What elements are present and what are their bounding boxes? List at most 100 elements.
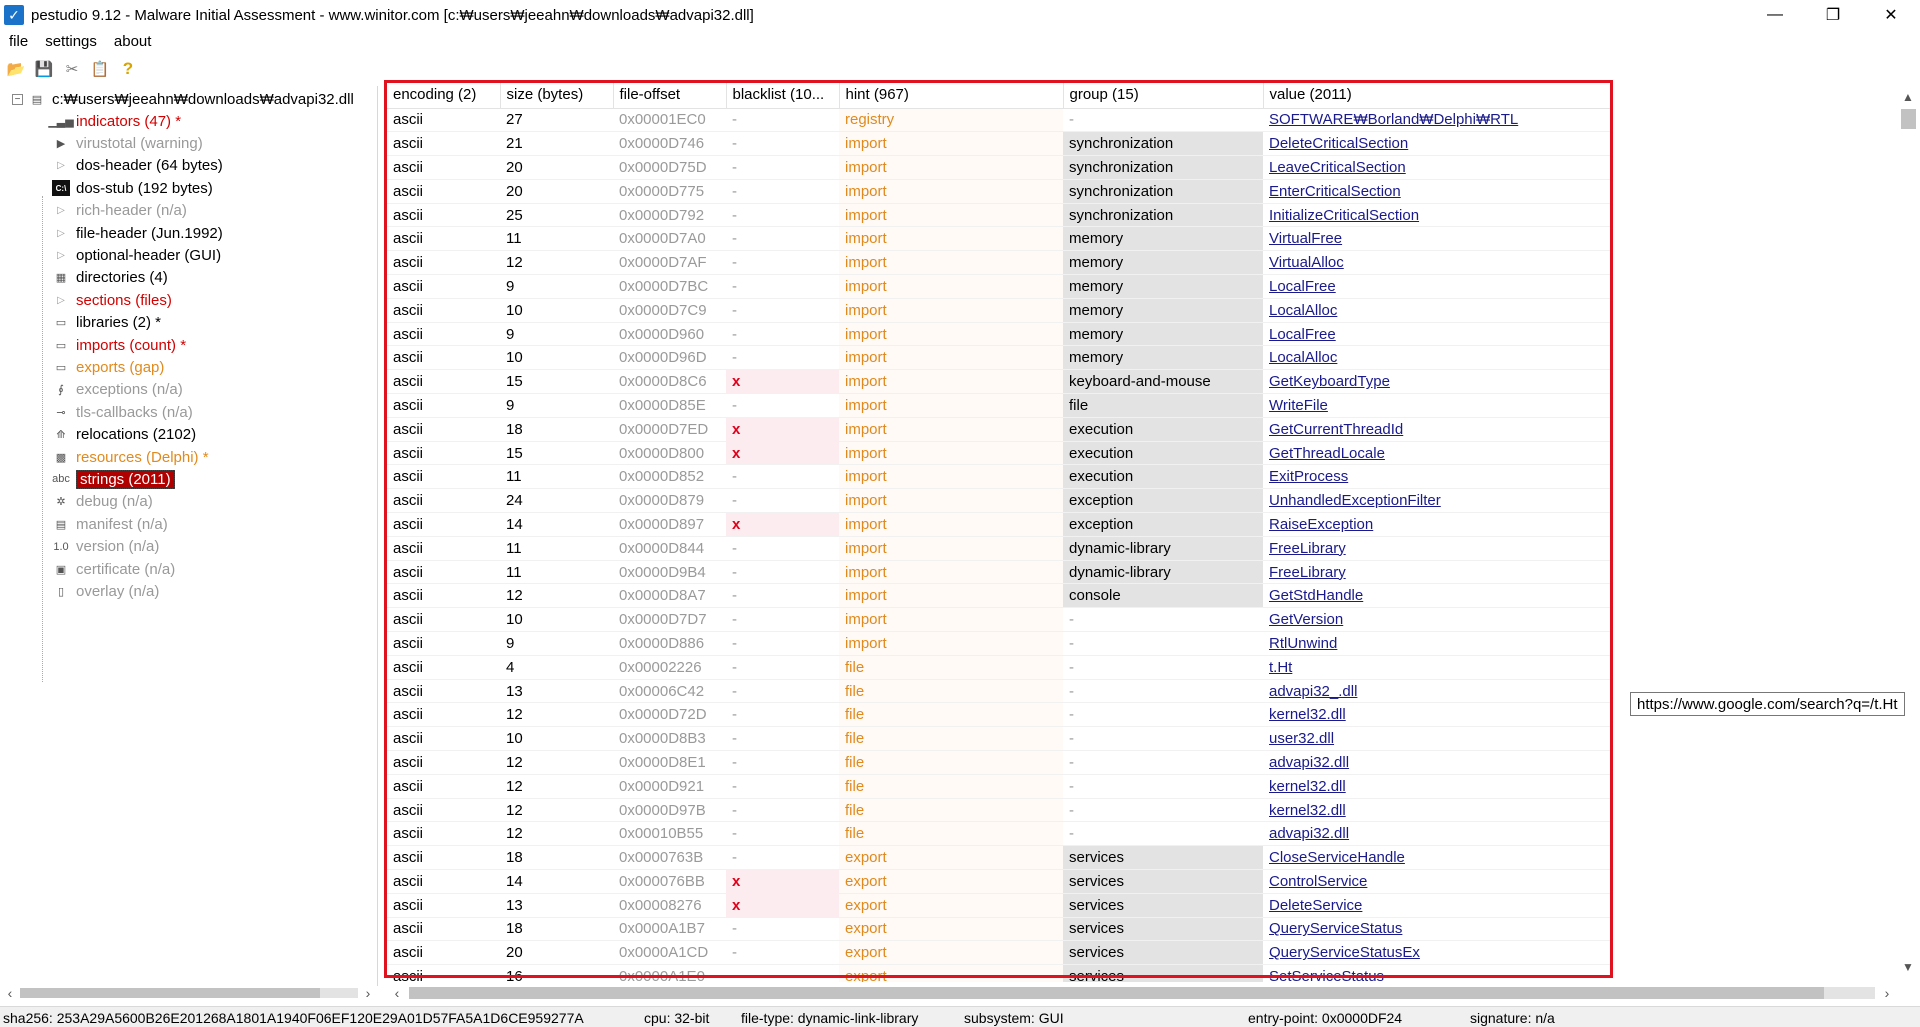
collapse-icon[interactable]: − <box>12 93 23 105</box>
tree-item-manifest[interactable]: ▤ manifest (n/a) <box>52 513 168 535</box>
table-row[interactable]: ascii 25 0x0000D792- import synchronization I… <box>387 203 1612 228</box>
table-row[interactable]: ascii 20 0x0000D775- import synchronization E… <box>387 179 1612 204</box>
cell-value[interactable]: FreeLibrary <box>1263 560 1612 585</box>
table-horizontal-scrollbar[interactable]: ‹ › <box>387 983 1897 1003</box>
table-row[interactable]: ascii 4 0x00002226- file - t.Ht <box>387 655 1612 680</box>
table-row[interactable]: ascii 9 0x0000D886- import - RtlUnwind <box>387 631 1612 656</box>
table-row[interactable]: ascii 14 0x000076BB x export services ControlS… <box>387 869 1612 894</box>
maximize-button[interactable]: ❐ <box>1804 0 1862 30</box>
tree-item-strings[interactable]: abc strings (2011) <box>52 468 175 490</box>
cell-value[interactable]: SOFTWARE₩Borland₩Delphi₩RTL <box>1263 108 1612 133</box>
table-row[interactable]: ascii 13 0x00008276 x export services DeleteSe… <box>387 893 1612 918</box>
tree-horizontal-scrollbar[interactable]: ‹ › <box>0 983 378 1003</box>
table-row[interactable]: ascii 9 0x0000D7BC - import memory LocalFree <box>387 274 1612 299</box>
tree-item-virustotal[interactable]: ▶ virustotal (warning) <box>52 132 203 154</box>
column-header-blacklist[interactable]: blacklist (10... <box>726 82 840 109</box>
column-header-size[interactable]: size (bytes) <box>500 82 614 109</box>
table-row[interactable]: ascii 20 0x0000A1CD - export services QuerySer… <box>387 940 1612 966</box>
scroll-left-icon[interactable]: ‹ <box>387 983 407 1003</box>
cell-value[interactable]: DeleteCriticalSection <box>1263 131 1612 157</box>
table-row[interactable]: ascii 21 0x0000D746- import synchronization D… <box>387 131 1612 157</box>
tree-item-sections[interactable]: ▷ sections (files) <box>52 289 172 311</box>
cell-value[interactable]: InitializeCriticalSection <box>1263 203 1612 228</box>
table-row[interactable]: ascii 9 0x0000D960- import memory LocalFree <box>387 322 1612 347</box>
cell-value[interactable]: VirtualFree <box>1263 226 1612 252</box>
scroll-right-icon[interactable]: › <box>358 983 378 1003</box>
cell-value[interactable]: ControlService <box>1263 869 1612 894</box>
menu-about[interactable]: about <box>105 33 160 50</box>
tree-item-resources[interactable]: ▩ resources (Delphi) * <box>52 446 209 468</box>
table-vertical-scrollbar[interactable]: ▲ ▼ <box>1898 87 1918 977</box>
tree-item-certificate[interactable]: ▣ certificate (n/a) <box>52 558 175 580</box>
scroll-down-icon[interactable]: ▼ <box>1898 957 1918 977</box>
cell-value[interactable]: advapi32.dll <box>1263 750 1612 775</box>
cell-value[interactable]: CloseServiceHandle <box>1263 845 1612 870</box>
table-row[interactable]: ascii 10 0x0000D8B3- file - user32.dll <box>387 726 1612 752</box>
table-row[interactable]: ascii 11 0x0000D7A0- import memory VirtualFre… <box>387 226 1612 252</box>
table-row[interactable]: ascii 24 0x0000D879- import exception Unhandl… <box>387 488 1612 514</box>
cell-value[interactable]: WriteFile <box>1263 393 1612 418</box>
table-row[interactable]: ascii 20 0x0000D75D - import synchronization L… <box>387 155 1612 180</box>
table-row[interactable]: ascii 14 0x0000D897 x import exception RaiseEx… <box>387 512 1612 537</box>
cell-value[interactable]: QueryServiceStatus <box>1263 917 1612 942</box>
cell-value[interactable]: GetStdHandle <box>1263 583 1612 609</box>
cell-value[interactable]: DeleteService <box>1263 893 1612 918</box>
save-icon[interactable]: 💾 <box>32 58 56 80</box>
cell-value[interactable]: LocalAlloc <box>1263 298 1612 323</box>
cell-value[interactable]: FreeLibrary <box>1263 536 1612 561</box>
table-row[interactable]: ascii 10 0x0000D96D - import memory LocalAlloc <box>387 345 1612 371</box>
cell-value[interactable]: advapi32_.dll <box>1263 679 1612 704</box>
tree-item-optional-header[interactable]: ▷ optional-header (GUI) <box>52 244 221 266</box>
table-row[interactable]: ascii 12 0x0000D921- file - kernel32.dll <box>387 774 1612 799</box>
scroll-thumb[interactable] <box>20 988 320 998</box>
scroll-up-icon[interactable]: ▲ <box>1898 87 1918 107</box>
cell-value[interactable]: user32.dll <box>1263 726 1612 752</box>
column-header-file-offset[interactable]: file-offset <box>613 82 727 109</box>
cell-value[interactable]: GetVersion <box>1263 607 1612 633</box>
tree-item-imports[interactable]: ▭ imports (count) * <box>52 334 186 356</box>
column-header-hint[interactable]: hint (967) <box>839 82 1064 109</box>
table-row[interactable]: ascii 12 0x0000D97B - file - kernel32.dll <box>387 798 1612 823</box>
cell-value[interactable]: GetThreadLocale <box>1263 441 1612 466</box>
open-icon[interactable]: 📂 <box>4 58 28 80</box>
cell-value[interactable]: SetServiceStatus <box>1263 964 1612 982</box>
table-row[interactable]: ascii 18 0x0000763B - export services CloseSer… <box>387 845 1612 870</box>
table-row[interactable]: ascii 15 0x0000D800 x import execution GetThre… <box>387 441 1612 466</box>
table-row[interactable]: ascii 16 0x0000A1E0- export services SetServi… <box>387 964 1612 982</box>
table-row[interactable]: ascii 11 0x0000D852- import execution ExitPro… <box>387 464 1612 490</box>
tree-root[interactable]: − ▤ c:₩users₩jeeahn₩downloads₩advapi32.d… <box>12 88 354 110</box>
cell-value[interactable]: kernel32.dll <box>1263 798 1612 823</box>
scroll-left-icon[interactable]: ‹ <box>0 983 20 1003</box>
cell-value[interactable]: ExitProcess <box>1263 464 1612 490</box>
table-row[interactable]: ascii 11 0x0000D9B4- import dynamic-library F… <box>387 560 1612 585</box>
tree-item-dos-stub[interactable]: C:\ dos-stub (192 bytes) <box>52 177 213 199</box>
scroll-thumb[interactable] <box>1901 109 1916 129</box>
table-row[interactable]: ascii 12 0x0000D7AF - import memory VirtualAll… <box>387 250 1612 276</box>
cell-value[interactable]: LocalAlloc <box>1263 345 1612 371</box>
table-row[interactable]: ascii 12 0x0000D8A7- import console GetStdHan… <box>387 583 1612 609</box>
table-row[interactable]: ascii 10 0x0000D7D7- import - GetVersion <box>387 607 1612 633</box>
table-row[interactable]: ascii 13 0x00006C42- file - advapi32_.dll <box>387 679 1612 704</box>
cell-value[interactable]: RtlUnwind <box>1263 631 1612 656</box>
menu-file[interactable]: file <box>0 33 36 50</box>
table-row[interactable]: ascii 12 0x00010B55- file - advapi32.dll <box>387 821 1612 847</box>
table-row[interactable]: ascii 12 0x0000D8E1- file - advapi32.dll <box>387 750 1612 775</box>
tree-item-overlay[interactable]: ▯ overlay (n/a) <box>52 580 159 602</box>
tree-item-file-header[interactable]: ▷ file-header (Jun.1992) <box>52 222 223 244</box>
tree-item-version[interactable]: 1.0 version (n/a) <box>52 536 159 558</box>
table-row[interactable]: ascii 18 0x0000A1B7- export services QuerySer… <box>387 917 1612 942</box>
cell-value[interactable]: LeaveCriticalSection <box>1263 155 1612 180</box>
cell-value[interactable]: kernel32.dll <box>1263 702 1612 728</box>
tree-item-dos-header[interactable]: ▷ dos-header (64 bytes) <box>52 155 223 177</box>
clipboard-icon[interactable]: 📋 <box>88 58 112 80</box>
tree-item-indicators[interactable]: ▁▃▅ indicators (47) * <box>48 110 181 132</box>
help-icon[interactable]: ? <box>116 58 140 80</box>
scroll-thumb[interactable] <box>409 987 1824 999</box>
minimize-button[interactable]: — <box>1746 0 1804 30</box>
tree-item-debug[interactable]: ✲ debug (n/a) <box>52 491 152 513</box>
table-row[interactable]: ascii 27 0x00001EC0- registry - SOFTWARE₩Borl… <box>387 108 1612 133</box>
table-row[interactable]: ascii 15 0x0000D8C6 x import keyboard-and-mou… <box>387 369 1612 395</box>
table-row[interactable]: ascii 12 0x0000D72D - file - kernel32.dll <box>387 702 1612 728</box>
cell-value[interactable]: t.Ht <box>1263 655 1612 680</box>
cut-icon[interactable]: ✂ <box>60 58 84 80</box>
